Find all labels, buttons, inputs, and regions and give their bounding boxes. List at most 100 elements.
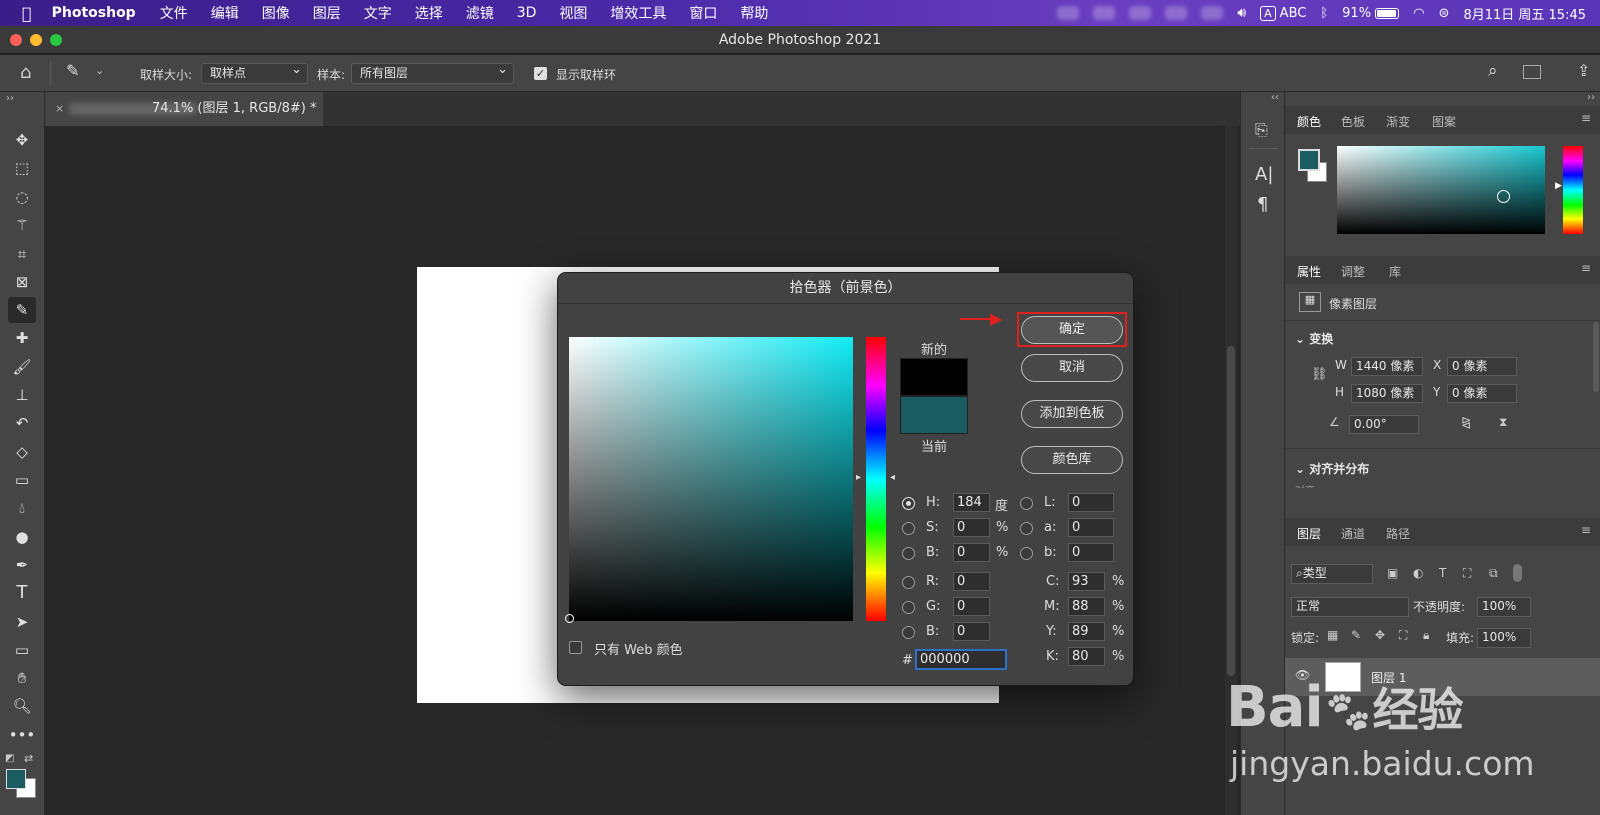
flip-vertical-icon[interactable]: ⧗ xyxy=(1499,415,1507,430)
panel-hue-slider[interactable] xyxy=(1563,146,1583,234)
width-input[interactable]: 1440 像素 xyxy=(1351,357,1423,376)
blur-tool-icon[interactable]: 💧︎ xyxy=(8,495,36,521)
h-input[interactable]: 184 xyxy=(953,493,990,512)
y-input[interactable]: 89 xyxy=(1068,622,1105,641)
chevron-down-icon[interactable]: ⌄ xyxy=(95,64,104,77)
bluetooth-icon[interactable]: ᛒ xyxy=(1320,6,1328,21)
align-section[interactable]: ⌄ 对齐并分布 xyxy=(1295,460,1369,477)
opacity-input[interactable]: 100% xyxy=(1477,597,1531,617)
hue-marker-icon[interactable]: ▶ xyxy=(1555,181,1562,191)
crop-tool-icon[interactable]: ⌗ xyxy=(8,241,36,267)
a-input[interactable]: 0 xyxy=(1068,518,1114,537)
menu-image[interactable]: 图像 xyxy=(262,3,290,23)
m-input[interactable]: 88 xyxy=(1068,597,1105,616)
r-input[interactable]: 0 xyxy=(953,572,990,591)
stamp-tool-icon[interactable]: ⊥ xyxy=(8,382,36,408)
filter-type-icon[interactable]: T xyxy=(1439,566,1446,580)
type-tool-icon[interactable]: T xyxy=(8,580,36,606)
paragraph-panel-icon[interactable]: ¶ xyxy=(1257,194,1268,215)
panel-menu-icon[interactable]: ≡ xyxy=(1581,523,1591,537)
search-icon[interactable]: ⌕ xyxy=(1488,61,1498,81)
brightness-input[interactable]: 0 xyxy=(953,543,990,562)
tab-properties[interactable]: 属性 xyxy=(1297,263,1321,280)
height-input[interactable]: 1080 像素 xyxy=(1351,384,1423,403)
tab-color[interactable]: 颜色 xyxy=(1297,113,1321,130)
radio-r[interactable] xyxy=(902,576,915,589)
lock-position-icon[interactable]: ✥ xyxy=(1375,628,1385,642)
filter-toggle[interactable] xyxy=(1513,564,1522,582)
tab-libraries[interactable]: 库 xyxy=(1389,263,1401,280)
fill-input[interactable]: 100% xyxy=(1477,628,1531,648)
web-only-checkbox[interactable] xyxy=(569,641,582,654)
scrollbar-thumb[interactable] xyxy=(1227,346,1235,676)
tab-adjustments[interactable]: 调整 xyxy=(1341,263,1365,280)
menu-layer[interactable]: 图层 xyxy=(313,3,341,23)
hex-input[interactable]: 000000 xyxy=(915,649,1007,670)
menu-app[interactable]: Photoshop xyxy=(52,5,136,21)
radio-brightness[interactable] xyxy=(902,547,915,560)
minimize-window-button[interactable] xyxy=(30,34,42,46)
panel-menu-icon[interactable]: ≡ xyxy=(1581,261,1591,275)
tab-gradients[interactable]: 渐变 xyxy=(1386,113,1410,130)
x-input[interactable]: 0 像素 xyxy=(1447,357,1517,376)
dodge-tool-icon[interactable]: ● xyxy=(8,524,36,550)
clock[interactable]: 8月11日 周五 15:45 xyxy=(1463,4,1586,23)
tab-layers[interactable]: 图层 xyxy=(1297,525,1321,542)
radio-g[interactable] xyxy=(902,601,915,614)
filter-pixel-icon[interactable]: ▣ xyxy=(1387,566,1398,580)
filter-adjustment-icon[interactable]: ◐ xyxy=(1413,566,1423,580)
tab-channels[interactable]: 通道 xyxy=(1341,525,1365,542)
menu-edit[interactable]: 编辑 xyxy=(211,3,239,23)
menu-help[interactable]: 帮助 xyxy=(740,3,768,23)
cancel-button[interactable]: 取消 xyxy=(1021,354,1123,382)
menu-3d[interactable]: 3D xyxy=(517,5,537,21)
default-colors-icon[interactable]: ◩ xyxy=(5,753,14,764)
s-input[interactable]: 0 xyxy=(953,518,990,537)
lasso-tool-icon[interactable]: ◌ xyxy=(8,184,36,210)
link-icon[interactable]: ⛓ xyxy=(1311,367,1328,382)
status-icon[interactable] xyxy=(1057,6,1080,20)
history-panel-icon[interactable]: ⎘ xyxy=(1255,120,1268,140)
show-ring-checkbox[interactable]: ✓ xyxy=(534,67,547,80)
color-field-marker[interactable] xyxy=(565,614,574,623)
brush-tool-icon[interactable]: 🖌︎ xyxy=(8,354,36,380)
angle-input[interactable]: 0.00° xyxy=(1349,415,1419,434)
close-tab-icon[interactable]: × xyxy=(55,92,64,126)
eraser-tool-icon[interactable]: ◇ xyxy=(8,439,36,465)
lab-b-input[interactable]: 0 xyxy=(1068,543,1114,562)
close-window-button[interactable] xyxy=(10,34,22,46)
menu-file[interactable]: 文件 xyxy=(160,3,188,23)
healing-brush-icon[interactable]: ✚ xyxy=(8,325,36,351)
radio-h[interactable] xyxy=(902,497,915,510)
sample-select[interactable]: 所有图层 xyxy=(351,60,514,84)
panel-color-marker[interactable] xyxy=(1497,190,1510,203)
properties-scrollbar[interactable] xyxy=(1593,322,1599,392)
pen-tool-icon[interactable]: ✒ xyxy=(8,552,36,578)
color-field[interactable] xyxy=(565,337,853,623)
blue-input[interactable]: 0 xyxy=(953,622,990,641)
foreground-color-swatch[interactable] xyxy=(6,769,26,789)
status-icon[interactable] xyxy=(1129,6,1152,20)
menu-filter[interactable]: 滤镜 xyxy=(466,3,494,23)
panel-color-field[interactable] xyxy=(1337,146,1545,234)
workspace-icon[interactable] xyxy=(1523,65,1541,79)
k-input[interactable]: 80 xyxy=(1068,647,1105,666)
status-icon[interactable] xyxy=(1201,6,1224,20)
l-input[interactable]: 0 xyxy=(1068,493,1114,512)
lock-all-icon[interactable]: 🔒︎ xyxy=(1423,628,1429,643)
layer-filter-select[interactable]: ⌕类型 xyxy=(1291,564,1373,584)
wifi-icon[interactable]: ◠ xyxy=(1413,6,1424,21)
expand-panels-icon[interactable]: ›› xyxy=(1587,92,1595,103)
tab-patterns[interactable]: 图案 xyxy=(1432,113,1456,130)
control-center-icon[interactable]: ⊜ xyxy=(1439,6,1450,21)
blend-mode-select[interactable]: 正常 xyxy=(1291,597,1409,617)
filter-smart-object-icon[interactable]: ⧉ xyxy=(1489,566,1498,581)
move-tool-icon[interactable]: ✥ xyxy=(8,127,36,153)
menu-select[interactable]: 选择 xyxy=(415,3,443,23)
c-input[interactable]: 93 xyxy=(1068,572,1105,591)
hand-tool-icon[interactable]: ✋︎ xyxy=(8,665,36,691)
color-libraries-button[interactable]: 颜色库 xyxy=(1021,446,1123,474)
sample-size-select[interactable]: 取样点 xyxy=(201,60,308,84)
current-color-swatch[interactable] xyxy=(900,396,968,434)
panel-foreground-swatch[interactable] xyxy=(1298,149,1320,171)
